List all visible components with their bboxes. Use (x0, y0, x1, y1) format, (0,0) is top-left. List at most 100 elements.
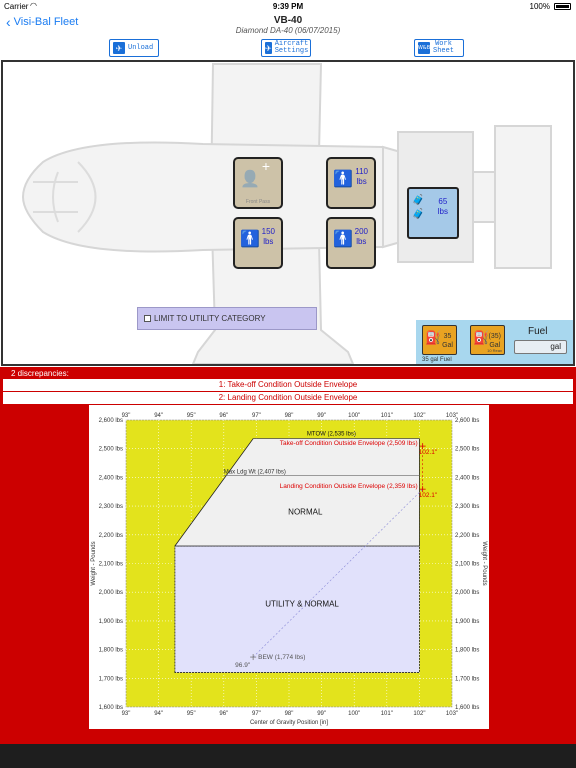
pilot-seat[interactable]: 🚹 110 lbs (326, 157, 376, 209)
baggage-weight-unit: lbs (437, 207, 448, 216)
y-tick-label-right: 2,300 lbs (455, 504, 479, 510)
battery-icon (554, 3, 571, 10)
data-point-label: Landing Condition Outside Envelope (2,35… (280, 483, 418, 490)
y-tick-label-right: 1,900 lbs (455, 619, 479, 625)
y-tick-label: 2,400 lbs (99, 475, 123, 481)
y-axis-label: Weight - Pounds (91, 541, 97, 585)
discrepancy-item[interactable]: 1: Take-off Condition Outside Envelope (3, 379, 573, 391)
x-tick-label-top: 101" (381, 413, 393, 419)
utility-category-label: UTILITY & NORMAL (265, 600, 339, 609)
worksheet-button[interactable]: W&B Work Sheet (414, 39, 464, 57)
y-tick-label: 2,500 lbs (99, 447, 123, 453)
mtow-label: MTOW (2,535 lbs) (307, 432, 356, 438)
y-tick-label: 2,000 lbs (99, 590, 123, 596)
y-tick-label-right: 1,800 lbs (455, 648, 479, 654)
y-tick-label: 1,900 lbs (99, 619, 123, 625)
y-tick-label: 2,300 lbs (99, 504, 123, 510)
y-tick-label-right: 2,000 lbs (455, 590, 479, 596)
status-bar: Carrier ◠ 9:39 PM 100% (0, 0, 576, 13)
rear-left-seat[interactable]: 🚹 150 lbs (233, 217, 283, 269)
worksheet-line2: Sheet (433, 47, 455, 55)
unload-button[interactable]: ✈ Unload (109, 39, 159, 57)
empty-person-icon: 👤 (240, 171, 260, 188)
rear-left-weight-unit: lbs (263, 237, 274, 246)
front-passenger-seat[interactable]: 👤 + Front Pass (233, 157, 283, 209)
aircraft-settings-button[interactable]: ✈ Aircraft Settings (261, 39, 311, 57)
y-tick-label-right: 1,600 lbs (455, 705, 479, 711)
main-fuel-unit: Gal (442, 342, 453, 349)
rear-right-seat[interactable]: 🚹 200 lbs (326, 217, 376, 269)
x-tick-label: 99" (317, 711, 326, 717)
data-point-label: BEW (1,774 lbs) (258, 654, 305, 661)
person-icon: 🚹 (333, 231, 353, 248)
x-tick-label: 103" (446, 711, 458, 717)
fuel-pump-icon: ⛽ (425, 330, 442, 345)
aircraft-settings-label: Aircraft Settings (275, 41, 309, 55)
x-tick-label: 96" (219, 711, 228, 717)
fuel-panel: ⛽ 35 Gal ⛽ (35) Gal 10 Reav Fuel gal 35 ga… (416, 320, 573, 364)
x-tick-label: 94" (154, 711, 163, 717)
main-fuel-button[interactable]: ⛽ 35 Gal (422, 325, 457, 355)
x-tick-label-top: 94" (154, 413, 163, 419)
cg-envelope-chart: 93" 93" 94" 94" 95" 95" 96" 96" 97" 97" 98" 98" 99" 9… (89, 405, 489, 729)
y-tick-label: 2,100 lbs (99, 562, 123, 568)
aux-fuel-button[interactable]: ⛽ (35) Gal 10 Reav (470, 325, 505, 355)
main-fuel-amount: 35 (443, 333, 452, 340)
x-tick-label-top: 95" (187, 413, 196, 419)
data-point-cg-label: 102.1" (419, 449, 438, 456)
max-landing-label: Max Ldg Wt (2,407 lbs) (224, 469, 286, 475)
page-subtitle: Diamond DA-40 (06/07/2015) (235, 26, 341, 35)
unload-label: Unload (128, 44, 154, 52)
y-tick-label: 2,200 lbs (99, 533, 123, 539)
page-title: VB-40 (273, 15, 303, 26)
x-axis-label: Center of Gravity Position [in] (250, 720, 328, 726)
fuel-nozzle-icon: ⛽ (473, 330, 490, 345)
front-pass-caption: Front Pass (245, 199, 271, 205)
baggage-weight: 65 lbs (438, 197, 448, 217)
discrepancy-item[interactable]: 2: Landing Condition Outside Envelope (3, 392, 573, 404)
x-tick-label: 98" (285, 711, 294, 717)
x-tick-label-top: 102" (413, 413, 425, 419)
person-suit-icon: 🚹 (240, 231, 260, 248)
aux-fuel-amount: (35) (488, 333, 501, 340)
x-tick-label: 102" (413, 711, 425, 717)
y-tick-label: 1,700 lbs (99, 676, 123, 682)
luggage-icon: 🧳 🧳 (412, 195, 425, 220)
aux-fuel-sub: 10 Reav (487, 348, 502, 353)
x-tick-label: 100" (348, 711, 360, 717)
fuel-gallons-input[interactable]: gal (514, 340, 567, 354)
y-tick-label-right: 2,500 lbs (455, 447, 479, 453)
clock: 9:39 PM (272, 2, 304, 11)
main-fuel-value: 35 Gal (442, 332, 453, 350)
navigation-bar: ‹ Visi-Bal Fleet VB-40 Diamond DA-40 (06… (0, 13, 576, 37)
normal-category-label: NORMAL (288, 508, 323, 517)
baggage-compartment[interactable]: 🧳 🧳 65 lbs (407, 187, 459, 239)
person-icon: 🚹 (333, 171, 353, 188)
rear-right-weight-value: 200 (354, 227, 368, 236)
pilot-weight-unit: lbs (356, 177, 367, 186)
x-tick-label: 101" (381, 711, 393, 717)
x-tick-label: 93" (122, 711, 131, 717)
x-tick-label: 97" (252, 711, 261, 717)
checkbox-icon (144, 315, 151, 322)
aircraft-load-panel: 👤 + Front Pass 🚹 110 lbs 🚹 150 lbs 🚹 200 lb… (1, 60, 575, 366)
rear-right-weight: 200 lbs (355, 227, 368, 247)
pilot-weight-value: 110 (355, 167, 368, 176)
add-icon: + (261, 158, 270, 174)
rear-left-weight: 150 lbs (262, 227, 275, 247)
y-tick-label-right: 2,100 lbs (455, 562, 479, 568)
x-tick-label-top: 100" (348, 413, 360, 419)
rear-left-weight-value: 150 (261, 227, 275, 236)
worksheet-icon: W&B (418, 42, 430, 54)
utility-category-toggle[interactable]: LIMIT TO UTILITY CATEGORY (137, 307, 317, 330)
y-axis-label-right: Weight - Pounds (481, 541, 487, 585)
y-tick-label: 2,600 lbs (99, 418, 123, 424)
person-unload-icon: ✈ (113, 42, 125, 54)
x-tick-label: 95" (187, 711, 196, 717)
bottom-bar (0, 744, 576, 768)
fuel-caption: 35 gal Fuel (422, 357, 452, 363)
cg-envelope-svg: 93"93"94"94"95"95"96"96"97"97"98"98"99"9… (91, 413, 487, 726)
airplane-icon: ✈ (265, 42, 272, 54)
rear-right-weight-unit: lbs (356, 237, 367, 246)
y-tick-label-right: 2,600 lbs (455, 418, 479, 424)
